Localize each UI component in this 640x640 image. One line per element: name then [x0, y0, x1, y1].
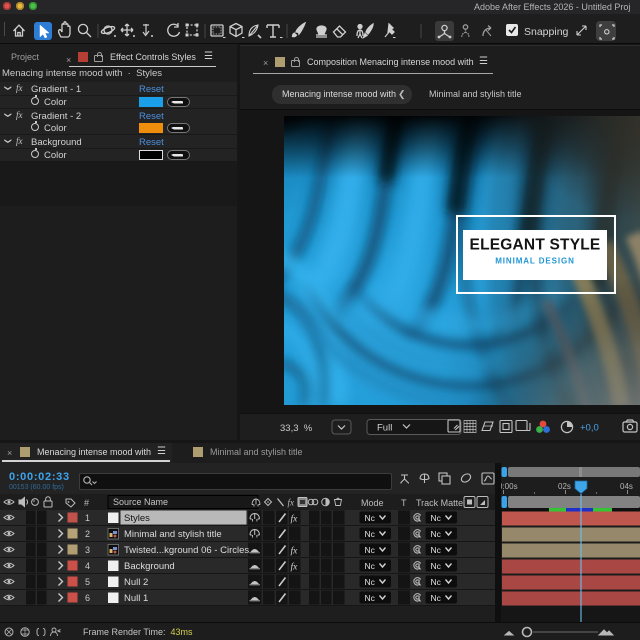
svg-text:6: 6: [85, 593, 90, 603]
svg-text:Source Name: Source Name: [113, 497, 168, 507]
svg-text:Nc: Nc: [365, 545, 376, 555]
svg-text:3: 3: [85, 545, 90, 555]
svg-text:02s: 02s: [558, 482, 571, 491]
svg-text:fx: fx: [291, 514, 299, 525]
svg-text:Background: Background: [124, 561, 175, 572]
svg-text:Nc: Nc: [431, 593, 442, 603]
svg-text:0:00s: 0:00s: [501, 482, 518, 491]
svg-text:T: T: [401, 498, 407, 508]
svg-text:4: 4: [85, 561, 90, 571]
svg-text:1: 1: [85, 513, 90, 523]
svg-text:Twisted...kground 06 - Circles: Twisted...kground 06 - Circles: [124, 545, 249, 556]
svg-text:Track Matte: Track Matte: [416, 498, 463, 508]
svg-text:2: 2: [85, 529, 90, 539]
svg-text:Nc: Nc: [365, 529, 376, 539]
svg-text:MINIMAL DESIGN: MINIMAL DESIGN: [495, 257, 575, 266]
svg-text:fx: fx: [288, 498, 295, 508]
svg-text:Snapping: Snapping: [524, 26, 569, 38]
svg-text:Styles: Styles: [124, 513, 150, 524]
svg-text:33,3 %: 33,3 %: [280, 423, 313, 434]
svg-text:Nc: Nc: [431, 577, 442, 587]
svg-text:+0,0: +0,0: [580, 423, 599, 434]
svg-text:Full: Full: [377, 423, 392, 434]
svg-text:fx: fx: [291, 562, 299, 573]
svg-text:Nc: Nc: [431, 561, 442, 571]
svg-text:04s: 04s: [620, 482, 633, 491]
svg-text:fx: fx: [291, 546, 299, 557]
svg-text:Nc: Nc: [431, 513, 442, 523]
svg-text:Nc: Nc: [431, 545, 442, 555]
svg-text:Nc: Nc: [365, 593, 376, 603]
svg-text:ELEGANT STYLE: ELEGANT STYLE: [470, 237, 601, 254]
svg-text:Nc: Nc: [431, 529, 442, 539]
svg-text:Minimal and stylish title: Minimal and stylish title: [124, 529, 222, 540]
svg-text:5: 5: [85, 577, 90, 587]
svg-text:Null 1: Null 1: [124, 593, 148, 604]
svg-text:Mode: Mode: [361, 498, 384, 508]
svg-text:Null 2: Null 2: [124, 577, 148, 588]
svg-text:#: #: [84, 498, 89, 508]
svg-text:Nc: Nc: [365, 577, 376, 587]
svg-text:Nc: Nc: [365, 513, 376, 523]
svg-text:Nc: Nc: [365, 561, 376, 571]
